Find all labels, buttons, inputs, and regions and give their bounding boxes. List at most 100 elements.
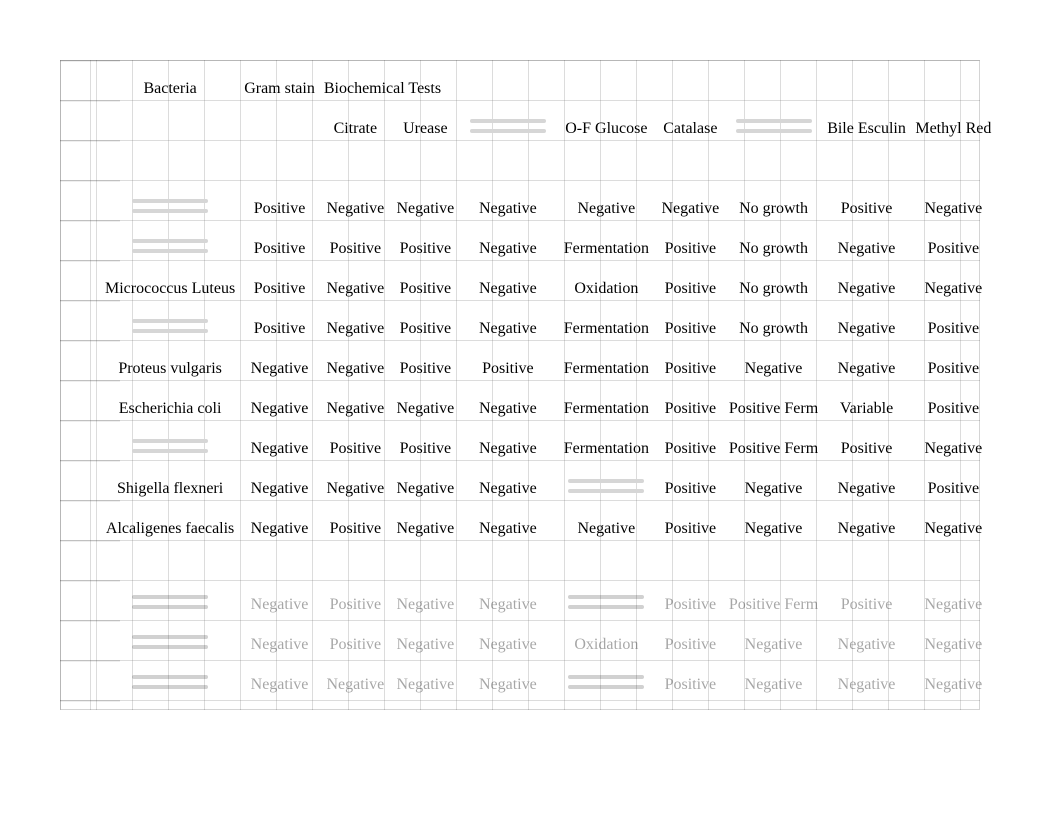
col4-cell: Negative [459, 189, 556, 229]
blank-cell [101, 549, 997, 585]
col4-cell: Negative [459, 269, 556, 309]
citrate-cell: Positive [319, 625, 391, 665]
bacteria-cell: Proteus vulgaris [101, 349, 240, 389]
citrate-cell: Positive [319, 429, 391, 469]
biochemical-table: Bacteria Gram stain Biochemical Tests Ci… [100, 68, 997, 705]
catalase-cell: Positive [656, 429, 724, 469]
col-biochemical-tests-header: Biochemical Tests [319, 69, 996, 109]
bacteria-cell [101, 189, 240, 229]
bile-cell: Negative [823, 625, 911, 665]
catalase-cell: Positive [656, 229, 724, 269]
header-spacer-row [101, 149, 997, 189]
gram-cell: Negative [240, 349, 320, 389]
citrate-cell: Negative [319, 469, 391, 509]
catalase-cell: Positive [656, 625, 724, 665]
col-of-glucose-header: O-F Glucose [556, 109, 656, 149]
urease-cell: Positive [391, 429, 459, 469]
col-citrate-header: Citrate [319, 109, 391, 149]
mr-cell: Positive [910, 469, 996, 509]
bile-cell: Negative [823, 349, 911, 389]
bile-cell: Negative [823, 229, 911, 269]
mr-cell: Positive [910, 389, 996, 429]
catalase-cell: Positive [656, 585, 724, 625]
urease-cell: Positive [391, 309, 459, 349]
urease-cell: Negative [391, 625, 459, 665]
table-row: NegativeNegativeNegativeNegativePositive… [101, 665, 997, 705]
bacteria-cell [101, 585, 240, 625]
redacted-cell-icon [126, 317, 214, 335]
bacteria-cell: Escherichia coli [101, 389, 240, 429]
bacteria-cell [101, 429, 240, 469]
of-glucose-cell: Oxidation [556, 625, 656, 665]
bile-cell: Positive [823, 429, 911, 469]
col4-cell: Negative [459, 585, 556, 625]
bile-cell: Negative [823, 269, 911, 309]
citrate-cell: Negative [319, 269, 391, 309]
table-row: NegativePositiveNegativeNegativeOxidatio… [101, 625, 997, 665]
header-row-2: Citrate Urease O-F Glucose Catalase Bile… [101, 109, 997, 149]
table-row: Shigella flexneriNegativeNegativeNegativ… [101, 469, 997, 509]
mr-cell: Negative [910, 189, 996, 229]
bile-cell: Positive [823, 585, 911, 625]
redacted-col-header-icon [464, 117, 552, 135]
gram-cell: Positive [240, 189, 320, 229]
col4-cell: Negative [459, 229, 556, 269]
citrate-cell: Positive [319, 585, 391, 625]
col7-cell: Negative [724, 349, 822, 389]
catalase-cell: Positive [656, 389, 724, 429]
redacted-cell-icon [126, 437, 214, 455]
col7-cell: No growth [724, 269, 822, 309]
gram-cell: Positive [240, 309, 320, 349]
redacted-cell-icon [562, 477, 650, 495]
col-catalase-header: Catalase [656, 109, 724, 149]
spacer-row [101, 549, 997, 585]
mr-cell: Negative [910, 585, 996, 625]
gram-cell: Negative [240, 585, 320, 625]
table-row: Alcaligenes faecalisNegativePositiveNega… [101, 509, 997, 549]
header-row-1: Bacteria Gram stain Biochemical Tests [101, 69, 997, 109]
citrate-cell: Positive [319, 509, 391, 549]
col7-cell: Positive Ferm [724, 585, 822, 625]
bile-cell: Negative [823, 309, 911, 349]
blank-cell [240, 109, 320, 149]
col7-cell: Positive Ferm [724, 429, 822, 469]
blank-cell [101, 149, 997, 189]
mr-cell: Negative [910, 665, 996, 705]
bile-cell: Negative [823, 509, 911, 549]
of-glucose-cell: Fermentation [556, 229, 656, 269]
col4-cell: Negative [459, 665, 556, 705]
redacted-cell-icon [126, 197, 214, 215]
col-urease-header: Urease [391, 109, 459, 149]
col7-cell: Negative [724, 469, 822, 509]
col7-cell: Negative [724, 625, 822, 665]
mr-cell: Negative [910, 509, 996, 549]
mr-cell: Negative [910, 429, 996, 469]
redacted-cell-icon [126, 593, 214, 611]
mr-cell: Negative [910, 269, 996, 309]
bacteria-cell [101, 309, 240, 349]
of-glucose-cell: Fermentation [556, 429, 656, 469]
gram-cell: Negative [240, 469, 320, 509]
table-head: Bacteria Gram stain Biochemical Tests Ci… [101, 69, 997, 189]
urease-cell: Positive [391, 349, 459, 389]
mr-cell: Positive [910, 309, 996, 349]
mr-cell: Positive [910, 349, 996, 389]
of-glucose-cell [556, 585, 656, 625]
col7-cell: No growth [724, 189, 822, 229]
bacteria-cell [101, 625, 240, 665]
redacted-cell-icon [562, 593, 650, 611]
of-glucose-cell: Negative [556, 509, 656, 549]
mr-cell: Negative [910, 625, 996, 665]
catalase-cell: Positive [656, 269, 724, 309]
col4-cell: Negative [459, 389, 556, 429]
col7-cell: Negative [724, 665, 822, 705]
col-methyl-red-header: Methyl Red [910, 109, 996, 149]
catalase-cell: Positive [656, 349, 724, 389]
citrate-cell: Negative [319, 349, 391, 389]
redacted-cell-icon [126, 673, 214, 691]
redacted-cell-icon [126, 237, 214, 255]
of-glucose-cell: Oxidation [556, 269, 656, 309]
gram-cell: Positive [240, 229, 320, 269]
gram-cell: Negative [240, 625, 320, 665]
of-glucose-cell: Fermentation [556, 389, 656, 429]
